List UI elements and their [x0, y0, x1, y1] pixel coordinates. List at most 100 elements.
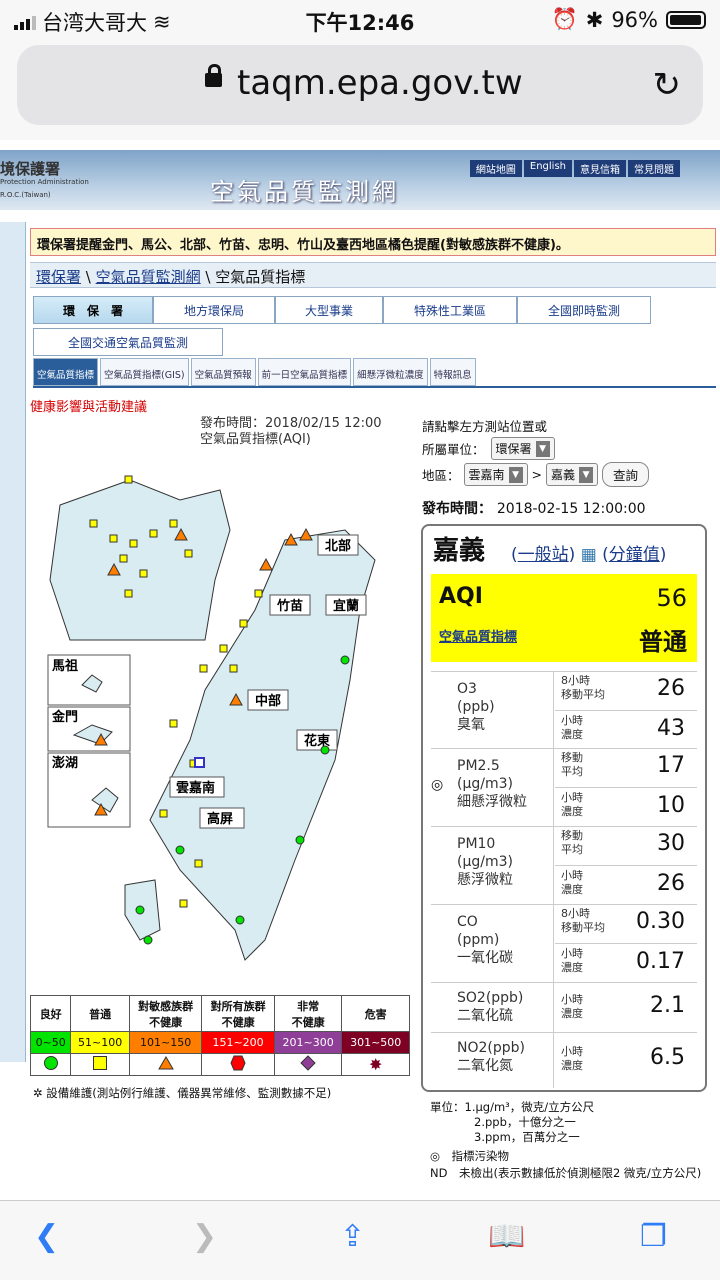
- site-title: 空氣品質監測網: [210, 178, 399, 206]
- so2-hr-value: 2.1: [650, 993, 685, 1018]
- tabs-icon[interactable]: ❐: [640, 1219, 667, 1254]
- aqi-label: AQI: [439, 584, 483, 609]
- faq-link[interactable]: 常見問題: [628, 160, 680, 177]
- taiwan-aqi-map[interactable]: 北部 竹苗 宜蘭 中部 花東 雲嘉南 高屏 馬祖 金門 澎湖: [30, 460, 410, 990]
- query-button[interactable]: 查詢: [602, 462, 650, 487]
- tab-previous-day[interactable]: 前一日空氣品質指標: [257, 358, 352, 386]
- pollutant-no2: NO2(ppb) 二氧化氮 小時 濃度 6.5: [431, 1032, 697, 1088]
- feedback-link[interactable]: 意見信箱: [574, 160, 626, 177]
- minute-link[interactable]: 分鐘值: [609, 545, 660, 565]
- maintenance-text: 設備維護(測站例行維護、儀器異常維修、監測數據不足): [46, 1086, 332, 1100]
- nav-large-enterprise[interactable]: 大型事業: [275, 296, 383, 324]
- site-value: 嘉義: [551, 468, 576, 482]
- top-links: 網站地圖 English 意見信箱 常見問題: [469, 160, 680, 177]
- tab-special-report[interactable]: 特報訊息: [429, 358, 476, 386]
- label-kinmen[interactable]: 金門: [51, 709, 78, 725]
- pm10-r1-label: 移動 平均: [561, 829, 583, 856]
- label-kaoping[interactable]: 高屏: [207, 811, 233, 827]
- tab-aqi-gis[interactable]: 空氣品質指標(GIS): [100, 358, 189, 386]
- unit-row: 所屬單位： 環保署 ▼: [422, 437, 555, 460]
- nav-traffic-monitor[interactable]: 全國交通空氣品質監測: [33, 328, 223, 356]
- area-label: 地區：: [422, 468, 460, 483]
- battery-percent: 96%: [611, 7, 658, 32]
- chevron-down-icon: ▼: [508, 466, 523, 483]
- aqi-box: AQI 56 空氣品質指標 普通: [431, 574, 697, 662]
- o3-r2-label: 小時 濃度: [561, 714, 583, 741]
- separator: >: [531, 467, 543, 482]
- unit-value: 環保署: [495, 442, 532, 456]
- left-sidebar[interactable]: [0, 222, 26, 1062]
- index-pollutant-note: ◎ 指標污染物: [430, 1149, 510, 1163]
- logo-sub1: Protection Administration: [0, 178, 89, 186]
- legend-very-unhealthy: 非常 不健康: [273, 995, 343, 1032]
- epa-logo[interactable]: 境保護署: [0, 158, 60, 179]
- nd-note: ND 未檢出(表示數據低於偵測極限2 微克/立方公尺): [430, 1166, 702, 1180]
- nav-local-epa[interactable]: 地方環保局: [153, 296, 275, 324]
- chevron-down-icon: ▼: [579, 466, 594, 483]
- legend-usg: 對敏感族群 不健康: [128, 995, 203, 1032]
- label-central[interactable]: 中部: [255, 693, 281, 709]
- pollutant-pm10: PM10 (μg/m3) 懸浮微粒 移動 平均 30 小時 濃度 26: [431, 826, 697, 904]
- unit-note-1: 1.μg/m³，微克/立方公尺: [464, 1100, 595, 1114]
- browser-bottom-toolbar: ❮ ❯ ⇪ 📖 ❐: [0, 1200, 720, 1280]
- square-icon: [70, 1053, 130, 1076]
- unit-select[interactable]: 環保署 ▼: [490, 437, 555, 460]
- crumb-epa[interactable]: 環保署: [36, 268, 81, 286]
- label-penghu[interactable]: 澎湖: [52, 755, 78, 771]
- hexagon-icon: [201, 1053, 275, 1076]
- site-type-link[interactable]: 一般站: [518, 545, 569, 565]
- range-good: 0~50: [29, 1031, 72, 1054]
- index-pollutant-icon: ◎: [431, 777, 444, 793]
- legend-hazardous: 危害: [341, 995, 410, 1032]
- chevron-down-icon: ▼: [535, 440, 550, 457]
- aqi-sub-link[interactable]: 空氣品質指標: [439, 626, 517, 645]
- pollutant-so2: SO2(ppb) 二氧化硫 小時 濃度 2.1: [431, 982, 697, 1032]
- share-icon[interactable]: ⇪: [340, 1219, 365, 1254]
- label-yilan[interactable]: 宜蘭: [333, 598, 359, 614]
- pm25-avg-value: 17: [657, 753, 685, 778]
- label-matsu[interactable]: 馬祖: [52, 658, 78, 674]
- alarm-icon: ⏰: [551, 7, 578, 31]
- nav-epa[interactable]: 環 保 署: [33, 296, 153, 324]
- forward-icon[interactable]: ❯: [192, 1219, 217, 1254]
- bookmarks-icon[interactable]: 📖: [488, 1219, 525, 1254]
- station-card: 嘉義 (一般站) ▦ (分鐘值) AQI 56 空氣品質指標 普通 O3 (ppb…: [421, 524, 707, 1092]
- tab-underline: [33, 386, 716, 388]
- range-usg: 101~150: [128, 1031, 203, 1054]
- nav-national-monitor[interactable]: 全國即時監測: [517, 296, 651, 324]
- maintenance-note: ✲ 設備維護(測站例行維護、儀器異常維修、監測數據不足): [33, 1085, 331, 1101]
- star-icon: ✸: [341, 1053, 410, 1076]
- co-name: CO (ppm) 一氧化碳: [457, 914, 513, 966]
- english-link[interactable]: English: [523, 160, 572, 177]
- tab-aqi[interactable]: 空氣品質指標: [33, 358, 99, 386]
- reload-icon[interactable]: ↻: [653, 65, 682, 105]
- url-text: taqm.epa.gov.tw: [237, 63, 523, 103]
- site-banner: 境保護署 Protection Administration R.O.C.(Ta…: [0, 150, 720, 210]
- label-hsinchu-miaoli[interactable]: 竹苗: [276, 598, 303, 614]
- tab-pm25[interactable]: 細懸浮微粒濃度: [353, 358, 428, 386]
- no2-name: NO2(ppb) 二氧化氮: [457, 1040, 525, 1074]
- north-inset-shape: [49, 479, 231, 641]
- label-north[interactable]: 北部: [325, 538, 351, 554]
- co-hr-value: 0.17: [636, 949, 685, 974]
- nav-special-industrial[interactable]: 特殊性工業區: [383, 296, 517, 324]
- chart-icon[interactable]: ▦: [581, 545, 597, 565]
- no2-label: 小時 濃度: [561, 1045, 583, 1072]
- crumb-aqmn[interactable]: 空氣品質監測網: [96, 268, 201, 286]
- label-yunchianan[interactable]: 雲嘉南: [176, 780, 215, 796]
- co-8hr-value: 0.30: [636, 909, 685, 934]
- map-time-text: 發布時間：2018/02/15 12:00: [200, 416, 382, 431]
- aqi-legend: 良好 普通 對敏感族群 不健康 對所有族群 不健康 非常 不健康 危害 0~50 51…: [29, 995, 410, 1076]
- tab-forecast[interactable]: 空氣品質預報: [190, 358, 256, 386]
- sitemap-link[interactable]: 網站地圖: [469, 160, 522, 177]
- so2-name: SO2(ppb) 二氧化硫: [457, 990, 524, 1024]
- so2-label: 小時 濃度: [561, 993, 583, 1020]
- site-select[interactable]: 嘉義 ▼: [546, 463, 599, 486]
- back-icon[interactable]: ❮: [34, 1219, 59, 1254]
- logo-sub2: R.O.C.(Taiwan): [0, 191, 51, 199]
- address-bar[interactable]: taqm.epa.gov.tw ↻: [17, 45, 703, 125]
- status-bar: 台湾大哥大 ≋ 下午12:46 ⏰ ✱ 96%: [0, 0, 720, 40]
- health-advice-link[interactable]: 健康影響與活動建議: [30, 396, 147, 415]
- map-pub-time: 發布時間：2018/02/15 12:00 空氣品質指標(AQI): [200, 416, 382, 448]
- area-select[interactable]: 雲嘉南 ▼: [463, 463, 528, 486]
